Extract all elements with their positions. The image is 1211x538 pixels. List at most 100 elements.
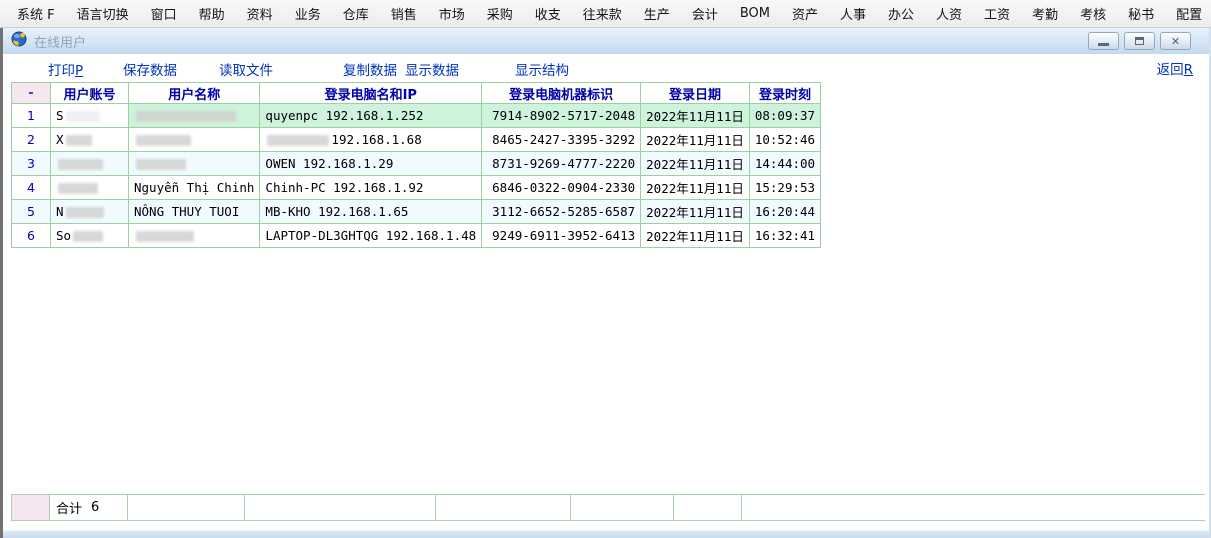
menu-item[interactable]: 业务 [284,1,332,26]
menu-item[interactable]: 资产 [781,1,829,26]
table-row: 4 Nguyễn Thị Chinh Chinh-PC 192.168.1.92… [12,176,821,200]
users-table: - 用户账号 用户名称 登录电脑名和IP 登录电脑机器标识 登录日期 登录时刻 … [11,82,821,248]
menu-item[interactable]: 会计 [681,1,729,26]
cell-machine-id[interactable]: 7914-8902-5717-2048 [482,104,641,128]
cell-login-date[interactable]: 2022年11月11日 [641,176,750,200]
cell-computer-ip[interactable]: 192.168.1.68 [260,128,482,152]
window-controls: ✕ [1088,32,1191,50]
cell-user-name[interactable]: NÔNG THUY TUOI [129,200,260,224]
cell-machine-id[interactable]: 3112-6652-5285-6587 [482,200,641,224]
cell-machine-id[interactable]: 6846-0322-0904-2330 [482,176,641,200]
menu-item[interactable]: 考勤 [1021,1,1069,26]
cell-row-number[interactable]: 2 [12,128,51,152]
cell-user-account[interactable]: N [51,200,129,224]
globe-icon [11,31,27,51]
cell-login-date[interactable]: 2022年11月11日 [641,200,750,224]
redacted-text [136,159,186,170]
toolbar-button[interactable]: 读取文件 [219,59,273,79]
toolbar-button[interactable]: 保存数据 [123,59,177,79]
toolbar-button[interactable]: 显示数据 [405,59,459,79]
window-title: 在线用户 [34,32,86,51]
cell-user-name[interactable] [129,104,260,128]
toolbar-button[interactable]: 显示结构 [515,59,569,79]
cell-row-number[interactable]: 6 [12,224,51,248]
close-button[interactable]: ✕ [1160,32,1191,50]
cell-login-time[interactable]: 14:44:00 [749,152,820,176]
cell-row-number[interactable]: 1 [12,104,51,128]
redacted-text [58,183,98,194]
cell-login-date[interactable]: 2022年11月11日 [641,104,750,128]
column-header: - [12,83,51,104]
cell-user-account[interactable]: So [51,224,129,248]
menu-item[interactable]: 仓库 [332,1,380,26]
menu-item[interactable]: BOM [729,3,781,24]
restore-icon [1135,37,1144,45]
menu-item[interactable]: 采购 [476,1,524,26]
cell-computer-ip[interactable]: quyenpc 192.168.1.252 [260,104,482,128]
menu-item[interactable]: 往来款 [572,1,633,26]
menu-item[interactable]: 资料 [236,1,284,26]
menu-item[interactable]: 人事 [829,1,877,26]
menu-item[interactable]: 配置 [1165,1,1211,26]
redacted-text [267,135,329,146]
cell-user-name[interactable]: Nguyễn Thị Chinh [129,176,260,200]
cell-user-account[interactable] [51,176,129,200]
cell-computer-ip[interactable]: OWEN 192.168.1.29 [260,152,482,176]
status-strip [3,530,1209,538]
total-count: 6 [91,500,99,515]
total-row: 合计 6 [11,494,1205,521]
toolbar-button[interactable]: 打印P [48,59,83,79]
back-button[interactable]: 返回R [1157,58,1193,78]
menu-item[interactable]: 系统 F [6,1,66,26]
table-row: 1 S quyenpc 192.168.1.252 7914-8902-5717… [12,104,821,128]
menu-item[interactable]: 收支 [524,1,572,26]
cell-login-date[interactable]: 2022年11月11日 [641,152,750,176]
menu-item[interactable]: 语言切换 [66,1,140,26]
menu-item[interactable]: 办公 [877,1,925,26]
menu-item[interactable]: 销售 [380,1,428,26]
cell-login-date[interactable]: 2022年11月11日 [641,128,750,152]
cell-login-time[interactable]: 10:52:46 [749,128,820,152]
redacted-text [136,135,191,146]
cell-login-time[interactable]: 16:32:41 [749,224,820,248]
menu-item[interactable]: 考核 [1069,1,1117,26]
cell-user-account[interactable] [51,152,129,176]
header-row: - 用户账号 用户名称 登录电脑名和IP 登录电脑机器标识 登录日期 登录时刻 [12,83,821,104]
cell-login-date[interactable]: 2022年11月11日 [641,224,750,248]
cell-machine-id[interactable]: 8465-2427-3395-3292 [482,128,641,152]
cell-user-account[interactable]: X [51,128,129,152]
minimize-icon [1098,43,1109,46]
cell-user-name[interactable] [129,152,260,176]
table-row: 2 X 192.168.1.68 8465-2427-3395-3292 202… [12,128,821,152]
cell-computer-ip[interactable]: LAPTOP-DL3GHTQG 192.168.1.48 [260,224,482,248]
cell-computer-ip[interactable]: MB-KHO 192.168.1.65 [260,200,482,224]
cell-row-number[interactable]: 4 [12,176,51,200]
minimize-button[interactable] [1088,32,1119,50]
cell-row-number[interactable]: 3 [12,152,51,176]
menu-item[interactable]: 帮助 [188,1,236,26]
total-label-cell: 合计 6 [50,495,128,520]
menu-item[interactable]: 生产 [633,1,681,26]
menu-item[interactable]: 人资 [925,1,973,26]
menu-item[interactable]: 窗口 [140,1,188,26]
menu-item[interactable]: 秘书 [1117,1,1165,26]
cell-user-name[interactable] [129,224,260,248]
cell-login-time[interactable]: 16:20:44 [749,200,820,224]
table-row: 6 So LAPTOP-DL3GHTQG 192.168.1.48 9249-6… [12,224,821,248]
redacted-text [136,231,194,242]
cell-row-number[interactable]: 5 [12,200,51,224]
toolbar-button[interactable]: 复制数据 [343,59,397,79]
cell-machine-id[interactable]: 9249-6911-3952-6413 [482,224,641,248]
toolbar: 返回R 打印P 保存数据 读取文件 复制数据 显示数据 显示结构 [3,54,1209,81]
redacted-text [66,207,104,218]
cell-login-time[interactable]: 08:09:37 [749,104,820,128]
menu-item[interactable]: 工资 [973,1,1021,26]
cell-user-name[interactable] [129,128,260,152]
menu-item[interactable]: 市场 [428,1,476,26]
online-users-grid: - 用户账号 用户名称 登录电脑名和IP 登录电脑机器标识 登录日期 登录时刻 … [11,82,1209,248]
cell-computer-ip[interactable]: Chinh-PC 192.168.1.92 [260,176,482,200]
restore-button[interactable] [1124,32,1155,50]
cell-user-account[interactable]: S [51,104,129,128]
cell-machine-id[interactable]: 8731-9269-4777-2220 [482,152,641,176]
cell-login-time[interactable]: 15:29:53 [749,176,820,200]
